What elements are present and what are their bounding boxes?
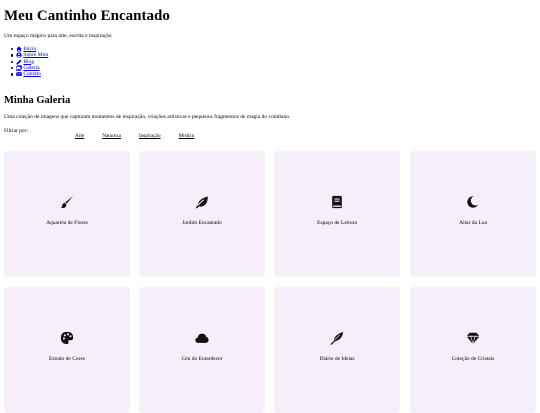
gallery-item-aquarela-de-flores[interactable]: Aquarela de Flores [4,151,130,277]
nav-item-contato: Contato [11,71,48,77]
user-icon [16,52,23,59]
filter-bar: Arte Natureza Inspiração Místico [75,133,212,140]
list-bullet [11,60,14,63]
cloud-icon [195,331,209,345]
leaf-icon [195,195,209,209]
home-icon [16,46,23,52]
paintbrush-icon [60,195,74,209]
gallery-item-label: Céu do Entardecer [181,356,223,362]
pencil-icon [16,59,22,65]
list-bullet [11,47,14,51]
gallery-item-label: Estudo de Cores [48,356,86,362]
palette-icon [60,331,74,345]
moon-icon [466,195,480,209]
gallery-item-diario-de-ideias[interactable]: Diário de Ideias [274,287,400,413]
gallery-description: Uma coleção de imagens que capturam mome… [4,114,291,120]
filter-natureza[interactable]: Natureza [102,133,121,140]
list-bullet [11,73,14,76]
envelope-icon [16,71,23,77]
list-bullet [11,66,14,70]
list-bullet [11,54,14,57]
filter-mistico[interactable]: Místico [179,133,195,140]
filter-arte[interactable]: Arte [75,133,84,140]
gallery-item-label: Espaço de Leitura [317,220,357,226]
filter-inspiracao[interactable]: Inspiração [139,133,161,140]
gallery-title: Minha Galeria [4,95,71,106]
gallery-item-label: Jardim Encantado [182,220,222,226]
gallery-item-espaco-de-leitura[interactable]: Espaço de Leitura [274,151,400,277]
site-tagline: Um espaço mágico para arte, escrita e in… [4,33,112,39]
gallery-item-jardim-encantado[interactable]: Jardim Encantado [139,151,265,277]
gallery-item-altar-da-lua[interactable]: Altar da Lua [410,151,536,277]
gallery-item-label: Aquarela de Flores [46,220,88,226]
gem-icon [466,331,480,345]
gallery-item-label: Altar da Lua [459,220,487,226]
gallery-item-label: Coleção de Cristais [451,356,495,362]
images-icon [16,65,23,71]
feather-icon [330,331,344,345]
book-icon [330,195,344,209]
filter-label: Filtrar por: [4,128,28,134]
gallery-item-estudo-de-cores[interactable]: Estudo de Cores [4,287,130,413]
gallery-item-colecao-de-cristais[interactable]: Coleção de Cristais [410,287,536,413]
site-title: Meu Cantinho Encantado [4,8,170,24]
main-nav: Início Sobre Mim Blog Galeria Contato [11,46,48,77]
gallery-item-ceu-do-entardecer[interactable]: Céu do Entardecer [139,287,265,413]
gallery-item-label: Diário de Ideias [319,356,355,362]
nav-link-contato[interactable]: Contato [23,71,40,77]
